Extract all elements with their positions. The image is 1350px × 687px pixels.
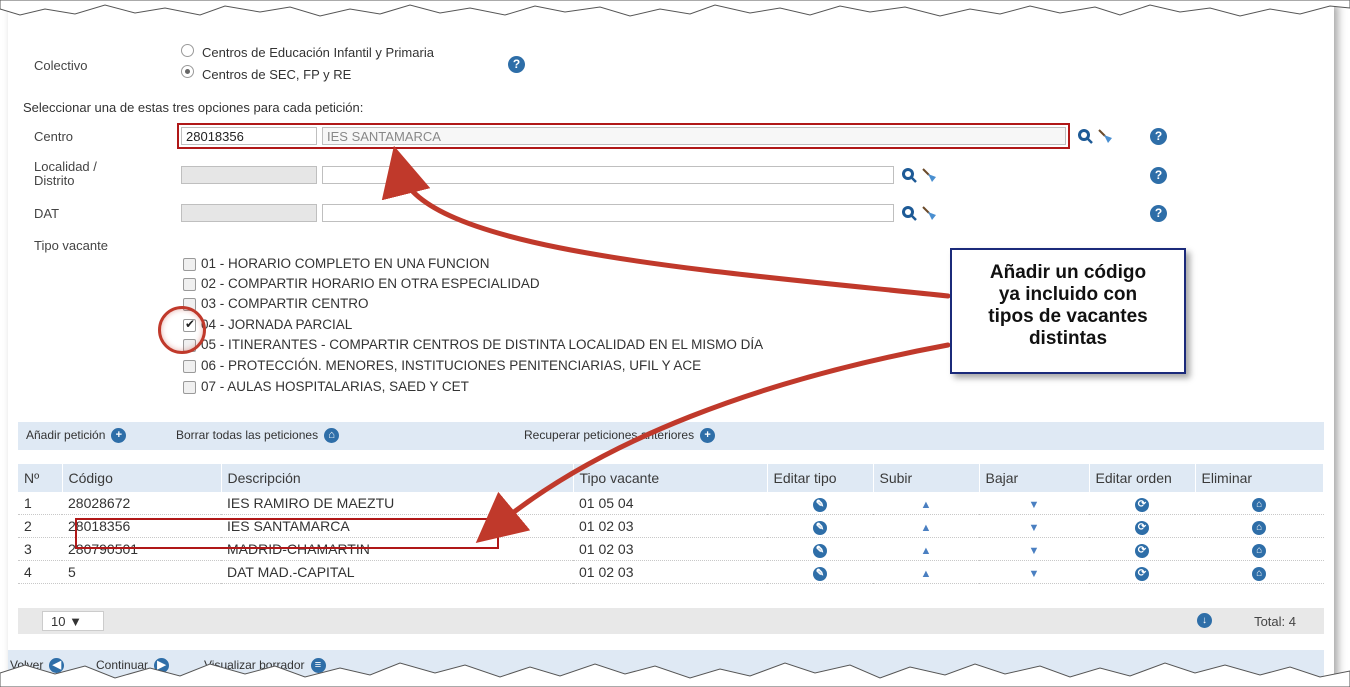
callout-line-1: Añadir un código [989,262,1147,283]
annotation-arrow-down [475,342,951,543]
callout-line-3: tipos de vacantes [988,306,1148,327]
annotation-callout: Añadir un código ya incluido con tipos d… [950,248,1186,374]
callout-line-2: ya incluido con [998,284,1138,305]
callout-line-4: distintas [1028,328,1108,349]
annotation-arrow-up [381,145,951,299]
